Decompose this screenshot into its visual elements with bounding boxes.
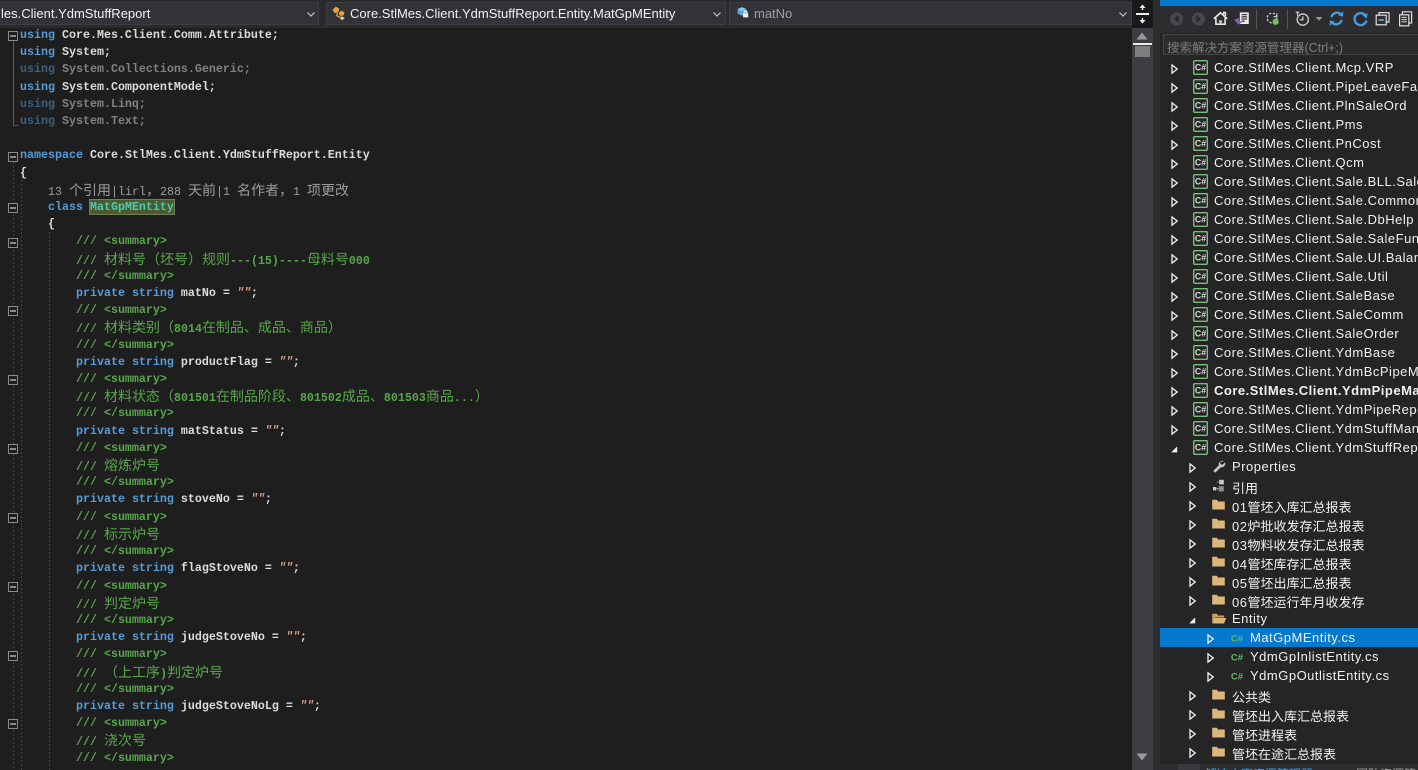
svg-text:C#: C# — [1195, 348, 1206, 358]
svg-text:C#: C# — [1195, 177, 1206, 187]
svg-text:C#: C# — [1195, 310, 1206, 320]
svg-text:C#: C# — [1231, 672, 1244, 683]
svg-text:C#: C# — [1195, 82, 1206, 92]
svg-text:C#: C# — [1231, 653, 1244, 664]
svg-text:C#: C# — [1195, 215, 1206, 225]
svg-text:C#: C# — [1195, 139, 1206, 149]
svg-text:C#: C# — [1195, 443, 1206, 453]
svg-text:C#: C# — [1195, 386, 1206, 396]
svg-text:C#: C# — [1195, 367, 1206, 377]
svg-text:C#: C# — [1195, 272, 1206, 282]
svg-text:C#: C# — [1195, 63, 1206, 73]
svg-text:C#: C# — [1195, 101, 1206, 111]
svg-text:C#: C# — [1195, 253, 1206, 263]
svg-text:C#: C# — [1195, 120, 1206, 130]
svg-text:C#: C# — [1195, 234, 1206, 244]
svg-text:C#: C# — [1195, 329, 1206, 339]
svg-text:C#: C# — [1195, 291, 1206, 301]
svg-text:C#: C# — [1195, 424, 1206, 434]
svg-text:C#: C# — [1231, 634, 1244, 645]
svg-text:C#: C# — [1195, 405, 1206, 415]
svg-text:C#: C# — [1195, 196, 1206, 206]
svg-text:C#: C# — [1195, 158, 1206, 168]
